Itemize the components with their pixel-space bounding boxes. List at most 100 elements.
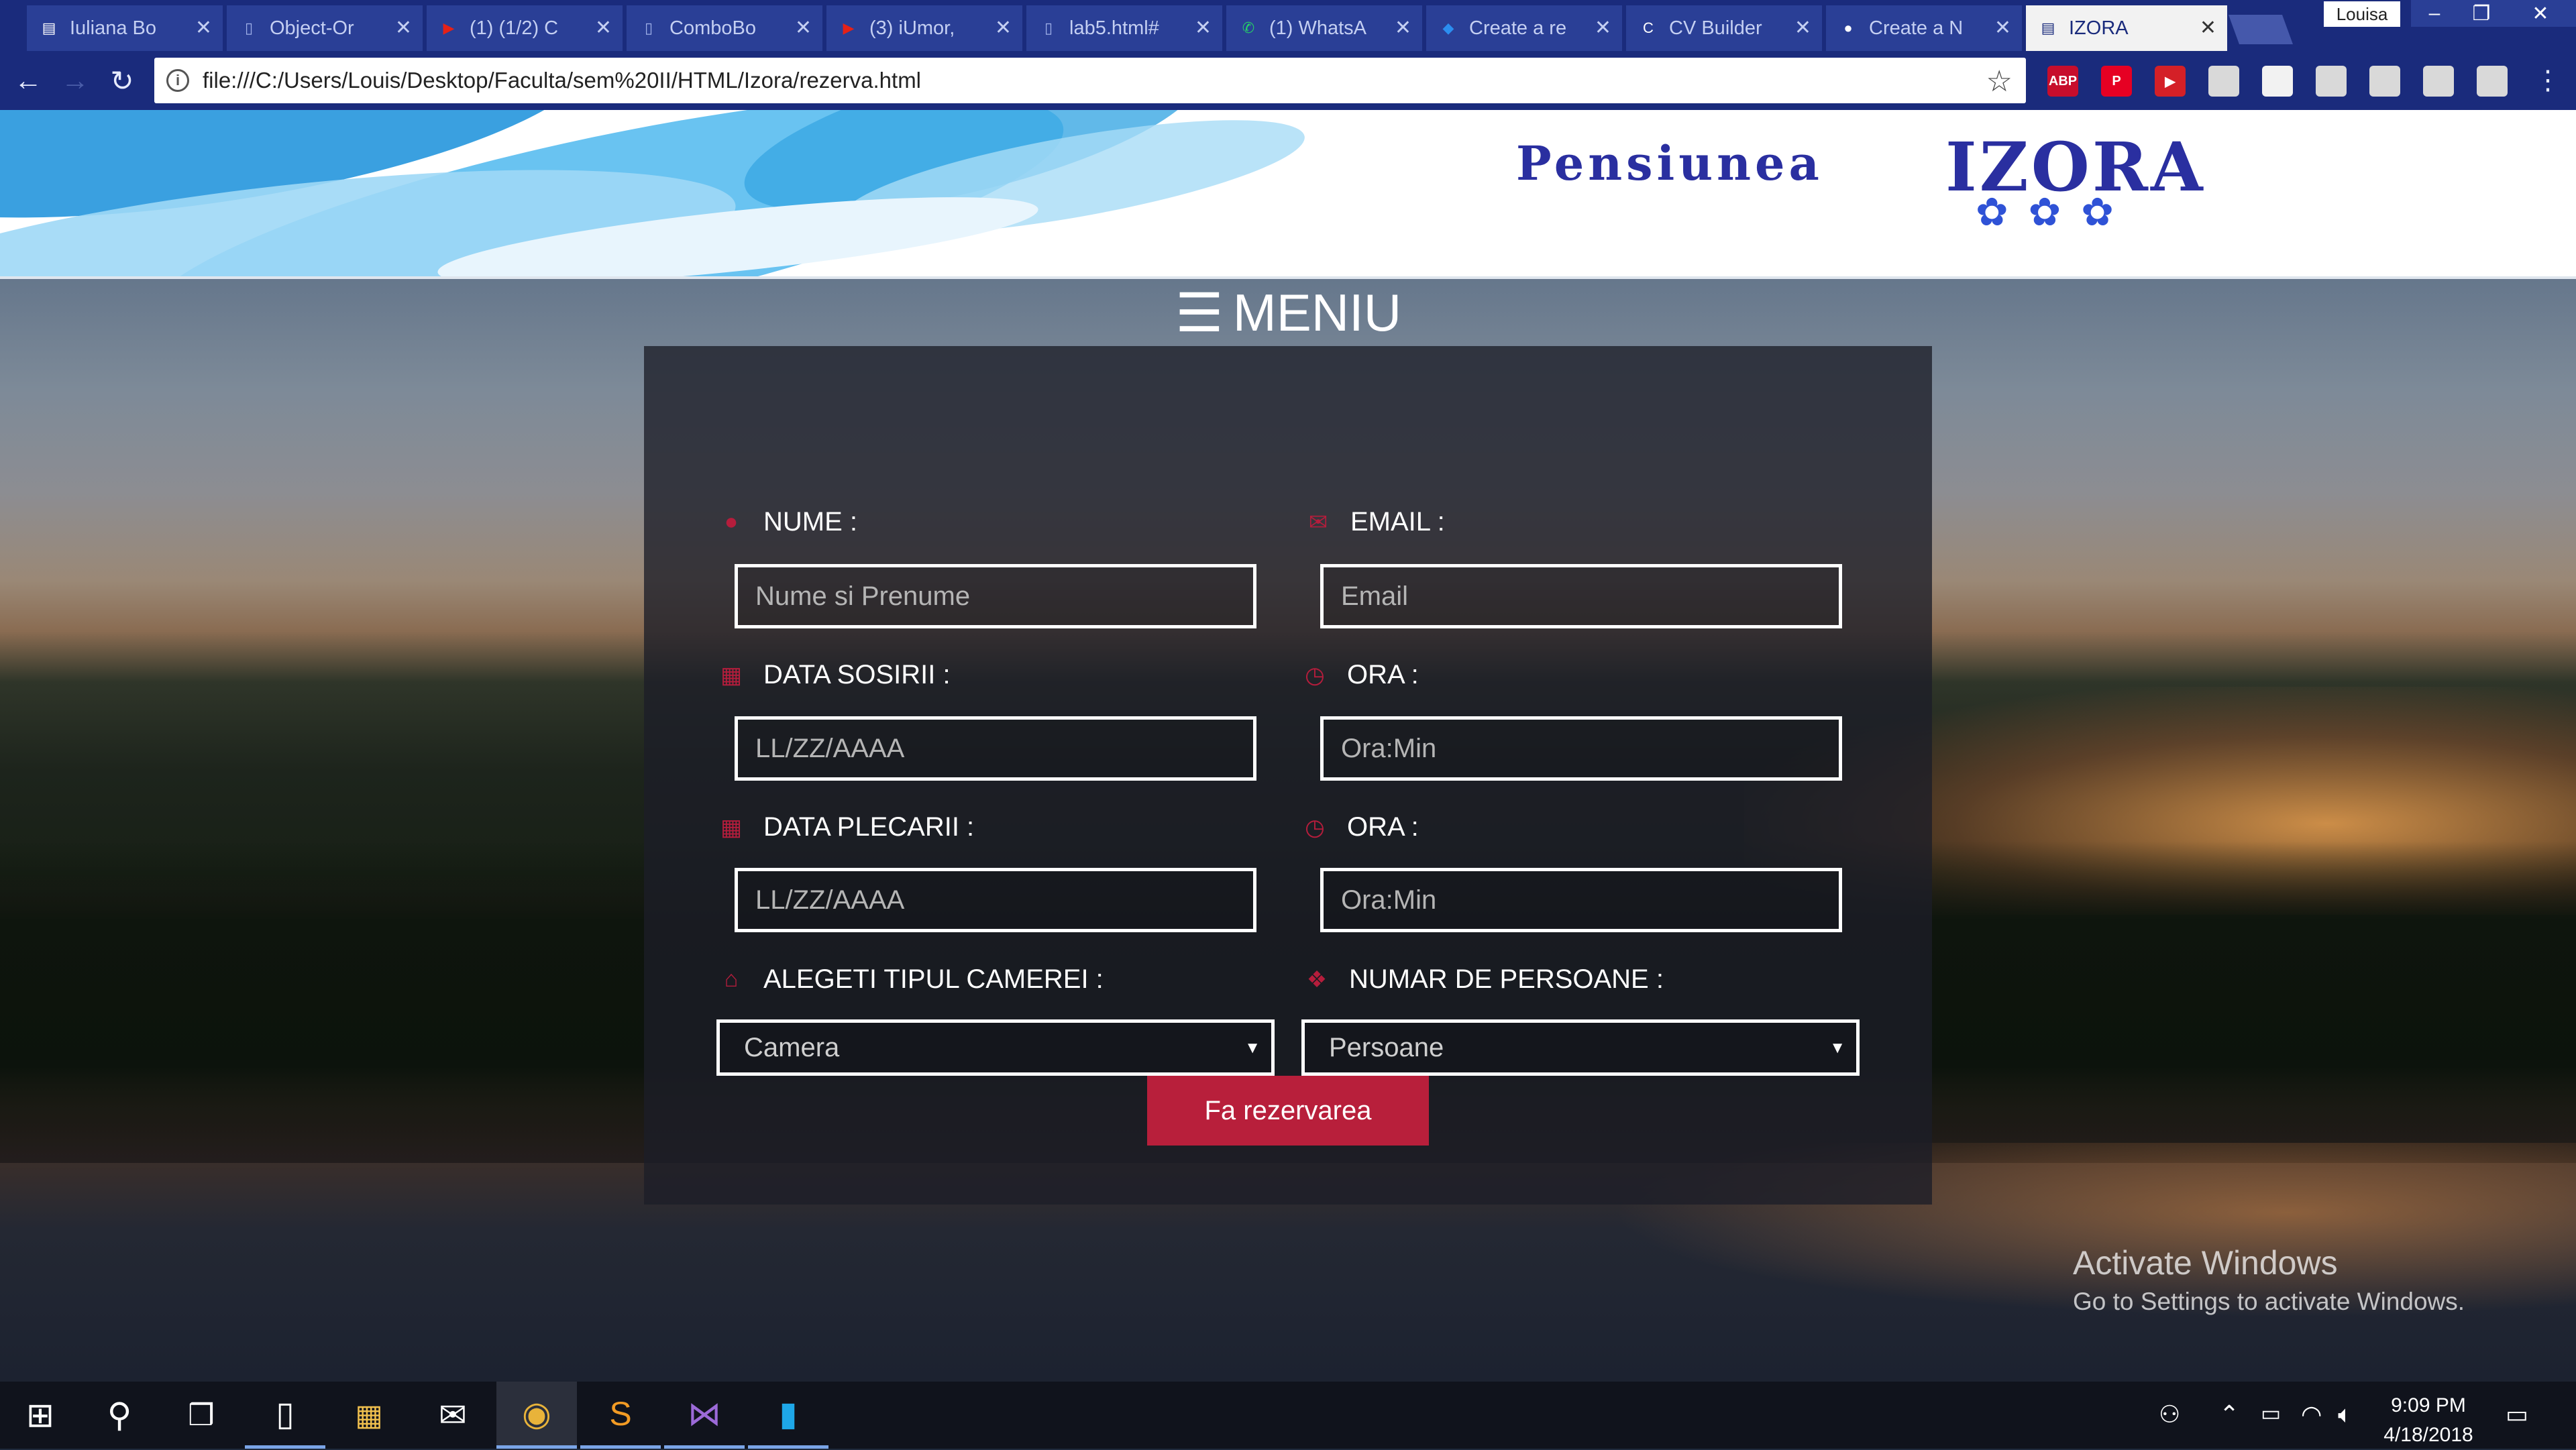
restore-icon[interactable]: ❐ [2458, 0, 2505, 27]
extension-icon-1[interactable] [2208, 66, 2239, 97]
persons-select[interactable]: Persoane ▼ [1301, 1019, 1860, 1076]
extension-icon-4[interactable] [2369, 66, 2400, 97]
windows-start-icon[interactable]: ⊞ [0, 1382, 80, 1449]
hamburger-icon: ☰ [1175, 283, 1224, 343]
home-icon: ⌂ [724, 966, 739, 992]
close-window-icon[interactable]: ✕ [2505, 0, 2576, 27]
browser-tab-label: (3) iUmor, [869, 17, 955, 39]
site-info-icon[interactable]: i [166, 69, 189, 92]
people-icon[interactable]: ⚇ [2159, 1400, 2180, 1429]
document-icon: ▯ [244, 19, 254, 36]
adblock-plus-icon[interactable]: ABP [2047, 66, 2078, 97]
extension-icon-6[interactable] [2477, 66, 2508, 97]
mail-icon[interactable]: ✉ [413, 1382, 493, 1449]
youtube-icon: ▶ [843, 19, 855, 36]
browser-tab[interactable]: ✆ (1) WhatsA ✕ [1226, 5, 1422, 51]
volume-icon[interactable]: 🔈︎ [2338, 1400, 2353, 1429]
tab-close-icon[interactable]: ✕ [1794, 16, 1811, 40]
arrival-time-input[interactable]: Ora:Min [1320, 716, 1842, 781]
browser-tab-label: lab5.html# [1069, 17, 1159, 39]
browser-tab[interactable]: C CV Builder ✕ [1626, 5, 1822, 51]
address-bar[interactable]: i file:///C:/Users/Louis/Desktop/Faculta… [154, 58, 2026, 103]
departure-time-input[interactable]: Ora:Min [1320, 868, 1842, 932]
minimize-icon[interactable]: – [2411, 0, 2458, 27]
tab-close-icon[interactable]: ✕ [595, 16, 612, 40]
browser-tab[interactable]: ▤ Iuliana Bo ✕ [27, 5, 223, 51]
tab-close-icon[interactable]: ✕ [1395, 16, 1411, 40]
store-icon[interactable]: ▦ [329, 1382, 409, 1449]
arrival-time-label: ◷ ORA : [1301, 660, 1419, 690]
browser-tab[interactable]: ▯ lab5.html# ✕ [1026, 5, 1222, 51]
name-input[interactable]: Nume si Prenume [735, 564, 1256, 628]
reload-icon[interactable]: ↻ [103, 62, 141, 99]
browser-tab[interactable]: ● Create a N ✕ [1826, 5, 2022, 51]
dropdown-arrow-icon: ▼ [1829, 1039, 1845, 1057]
departure-date-label: ▦ DATA PLECARII : [718, 812, 974, 842]
extension-icon-5[interactable] [2423, 66, 2454, 97]
tab-close-icon[interactable]: ✕ [395, 16, 412, 40]
action-center-icon[interactable]: ▭ [2506, 1400, 2528, 1429]
sublime-text-icon[interactable]: S [580, 1382, 661, 1449]
arrival-date-input[interactable]: LL/ZZ/AAAA [735, 716, 1256, 781]
video-downloader-icon[interactable]: ▶ [2155, 66, 2186, 97]
tab-close-icon[interactable]: ✕ [1195, 16, 1212, 40]
email-input[interactable]: Email [1320, 564, 1842, 628]
wifi-icon[interactable]: ◠ [2301, 1400, 2322, 1429]
browser-tab-label: Object-Or [270, 17, 354, 39]
codepen-icon: ◆ [1442, 19, 1454, 36]
browser-tab-strip: ▤ Iuliana Bo ✕ ▯ Object-Or ✕ ▶ (1) (1/2) C ✕ ▯ Com… [0, 0, 2576, 51]
tray-chevron-icon[interactable]: ⌃ [2219, 1400, 2239, 1429]
new-tab-button[interactable] [2228, 15, 2294, 44]
extension-icon-3[interactable] [2316, 66, 2347, 97]
tab-close-icon[interactable]: ✕ [1595, 16, 1611, 40]
pinterest-icon[interactable]: P [2101, 66, 2132, 97]
calendar-icon: ▦ [720, 662, 743, 688]
cv-icon: C [1643, 19, 1654, 36]
room-type-select[interactable]: Camera ▼ [716, 1019, 1275, 1076]
email-label-text: EMAIL : [1350, 507, 1445, 537]
watermark-subtitle: Go to Settings to activate Windows. [2073, 1288, 2465, 1315]
name-label: ● NUME : [718, 507, 857, 537]
forward-icon[interactable]: → [56, 62, 94, 99]
activate-windows-watermark: Activate Windows Go to Settings to activ… [2073, 1243, 2465, 1316]
intellij-icon[interactable]: ▮ [748, 1382, 828, 1449]
clock-date: 4/18/2018 [2383, 1424, 2473, 1446]
submit-reservation-button[interactable]: Fa rezervarea [1147, 1076, 1429, 1146]
name-label-text: NUME : [763, 507, 857, 537]
visual-studio-icon[interactable]: ⋈ [664, 1382, 745, 1449]
profile-button[interactable]: Louisa [2322, 0, 2402, 28]
task-view-icon[interactable]: ❒ [161, 1382, 241, 1449]
tab-close-icon[interactable]: ✕ [795, 16, 812, 40]
browser-tab[interactable]: ◆ Create a re ✕ [1426, 5, 1622, 51]
chrome-icon[interactable]: ◉ [496, 1382, 577, 1449]
page-icon: ▤ [2041, 19, 2055, 36]
clock-time: 9:09 PM [2391, 1394, 2466, 1416]
whatsapp-icon: ✆ [1242, 19, 1255, 36]
taskbar-clock[interactable]: 9:09 PM 4/18/2018 [2375, 1391, 2482, 1450]
browser-tab[interactable]: ▯ Object-Or ✕ [227, 5, 423, 51]
menu-label: MENIU [1232, 283, 1402, 342]
browser-tab[interactable]: ▶ (1) (1/2) C ✕ [427, 5, 623, 51]
back-icon[interactable]: ← [9, 62, 47, 99]
address-url[interactable]: file:///C:/Users/Louis/Desktop/Faculta/s… [203, 68, 921, 93]
room-type-value: Camera [744, 1032, 840, 1062]
browser-menu-icon[interactable]: ⋮ [2529, 62, 2567, 99]
extension-icon-2[interactable] [2262, 66, 2293, 97]
user-icon: ● [724, 509, 739, 535]
browser-tab[interactable]: ▯ ComboBo ✕ [627, 5, 822, 51]
browser-tab[interactable]: ▤ IZORA ✕ [2026, 5, 2227, 51]
bookmark-star-icon[interactable]: ☆ [1986, 64, 2012, 99]
search-icon[interactable]: ⚲ [79, 1382, 160, 1449]
tab-close-icon[interactable]: ✕ [995, 16, 1012, 40]
battery-icon[interactable]: ▭ [2261, 1400, 2281, 1426]
browser-tab-label: (1) (1/2) C [470, 17, 559, 39]
departure-date-input[interactable]: LL/ZZ/AAAA [735, 868, 1256, 932]
browser-tab[interactable]: ▶ (3) iUmor, ✕ [826, 5, 1022, 51]
tab-close-icon[interactable]: ✕ [2200, 16, 2216, 40]
arrival-time-label-text: ORA : [1347, 660, 1419, 689]
tab-close-icon[interactable]: ✕ [195, 16, 212, 40]
file-explorer-icon[interactable]: ▯ [245, 1382, 325, 1449]
menu-toggle[interactable]: ☰ MENIU [1175, 282, 1401, 344]
windows-taskbar: ⊞ ⚲ ❒ ▯ ▦ ✉ ◉ S ⋈ ▮ ⚇ ⌃ ▭ ◠ 🔈︎ 9:09 PM 4… [0, 1382, 2576, 1449]
tab-close-icon[interactable]: ✕ [1994, 16, 2011, 40]
